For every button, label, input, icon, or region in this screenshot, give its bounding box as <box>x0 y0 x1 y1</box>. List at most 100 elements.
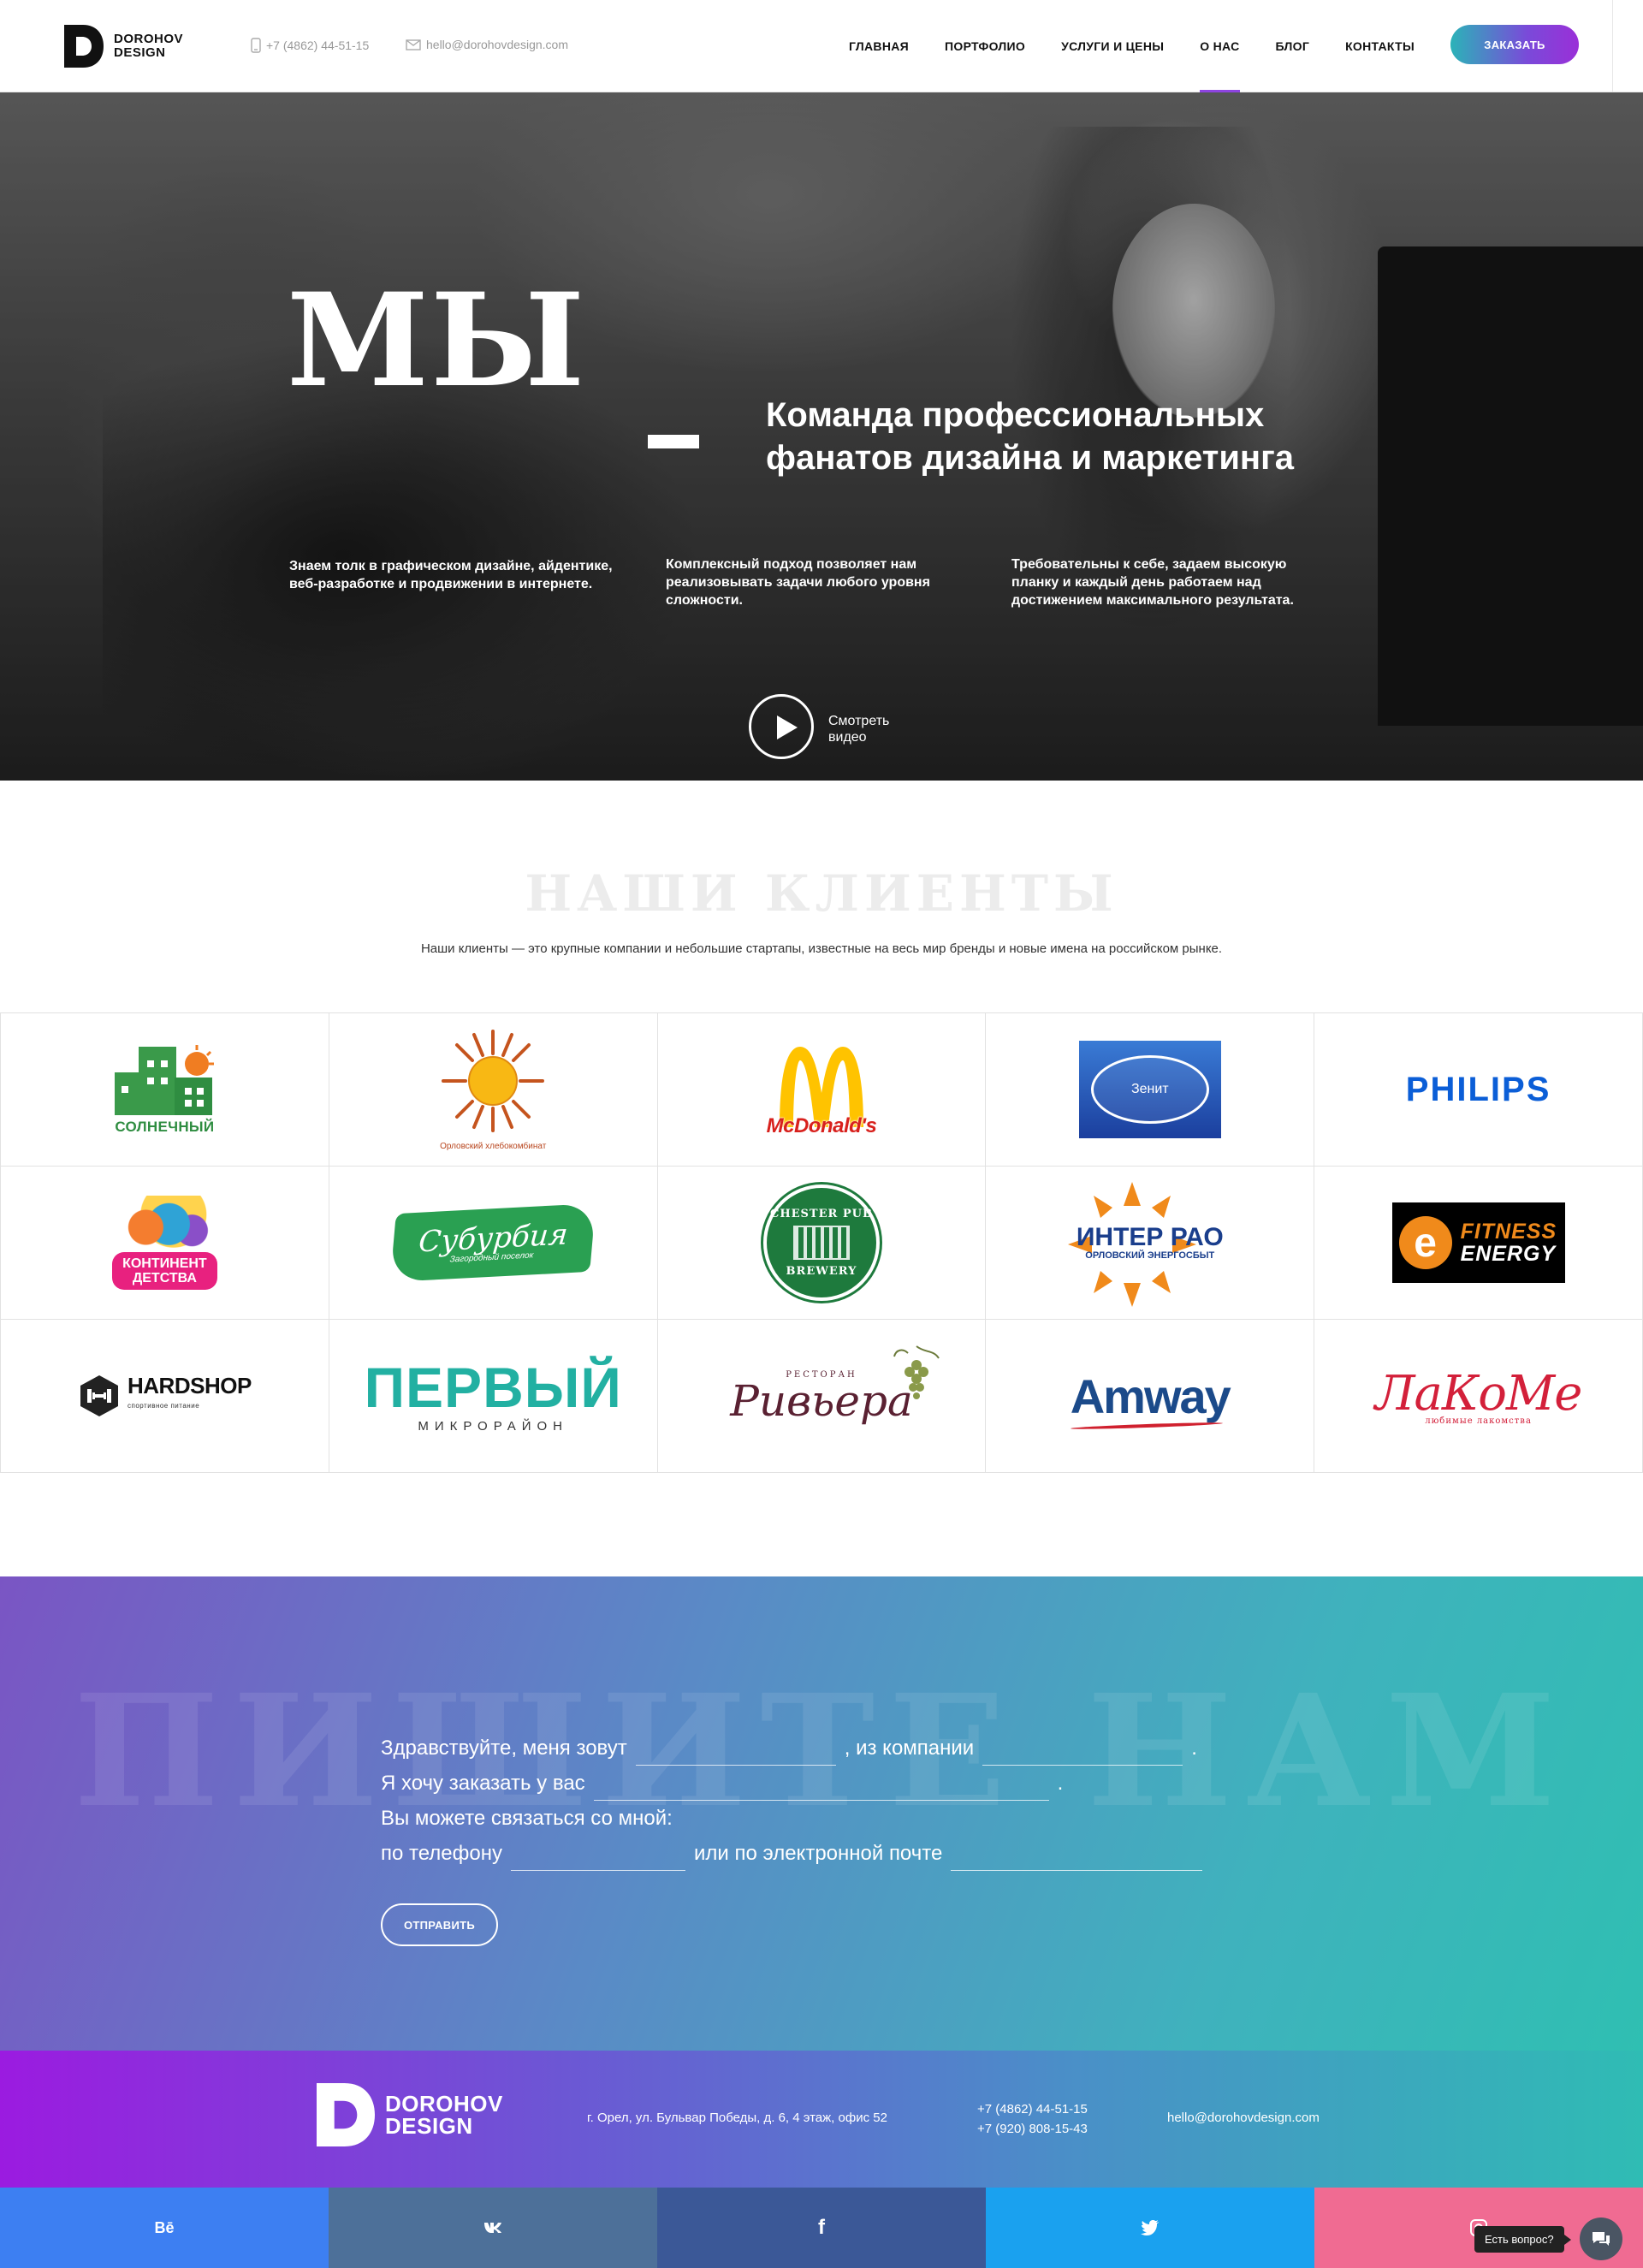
logo-line-1: DOROHOV <box>114 32 184 46</box>
social-vk[interactable] <box>329 2188 657 2268</box>
chat-icon <box>1592 2232 1610 2246</box>
footer-phone-1[interactable]: +7 (4862) 44-51-15 <box>977 2099 1088 2119</box>
footer-email[interactable]: hello@dorohovdesign.com <box>1167 2111 1320 2125</box>
twitter-icon <box>1141 2220 1159 2235</box>
vk-icon <box>484 2223 501 2233</box>
client-name: КОНТИНЕНТ ДЕТСТВА <box>112 1252 217 1290</box>
client-logo-philips: PHILIPS <box>1314 1013 1643 1167</box>
social-facebook[interactable]: f <box>657 2188 986 2268</box>
form-text-greeting: Здравствуйте, меня зовут <box>381 1737 627 1760</box>
client-logo-suburbia: Субурбия Загородный поселок <box>329 1167 658 1320</box>
form-text-dot-1: . <box>1191 1737 1197 1760</box>
sun-wheat-icon <box>442 1030 545 1132</box>
mail-icon <box>406 39 421 50</box>
client-logo-perviy: ПЕРВЫЙ МИКРОРАЙОН <box>329 1320 658 1473</box>
order-form: Здравствуйте, меня зовут , из компании .… <box>381 1731 1322 1871</box>
site-footer: DOROHOV DESIGN г. Орел, ул. Бульвар Побе… <box>0 2051 1643 2188</box>
form-text-dot-2: . <box>1057 1772 1064 1795</box>
behance-icon: Bē <box>154 2218 175 2236</box>
client-name: ЛаКоМе <box>1374 1366 1583 1422</box>
social-twitter[interactable] <box>986 2188 1314 2268</box>
hero-big-word: МЫ <box>287 265 587 416</box>
client-logo-riviera: РЕСТОРАН Ривьера <box>657 1320 987 1473</box>
client-name: Орловский хлебокомбинат <box>440 1142 547 1151</box>
site-header: DOROHOV DESIGN +7 (4862) 44-51-15 hello@… <box>0 0 1643 93</box>
nav-item-about[interactable]: О НАС <box>1200 0 1240 93</box>
clients-grid: СОЛНЕЧНЫЙ Орловский хлебокомбинат McDona… <box>0 1012 1643 1473</box>
form-line-order: Я хочу заказать у вас . <box>381 1766 1322 1801</box>
play-video-button[interactable] <box>749 694 814 759</box>
clients-title: НАШИ КЛИЕНТЫ <box>525 864 1118 923</box>
hero-text-3: Требовательны к себе, задаем высокую пла… <box>1011 557 1294 608</box>
client-name: ИНТЕР РАО <box>1076 1223 1224 1251</box>
client-tagline: BREWERY <box>786 1265 857 1278</box>
nav-item-blog[interactable]: БЛОГ <box>1276 0 1310 92</box>
client-logo-chester-pub: CHESTER PUB BREWERY <box>657 1167 987 1320</box>
order-button[interactable]: ЗАКАЗАТЬ <box>1450 25 1579 64</box>
client-logo-orel-bread: Орловский хлебокомбинат <box>329 1013 658 1167</box>
client-name: Зенит <box>1090 1055 1209 1124</box>
client-logo-interrao: ИНТЕР РАО ОРЛОВСКИЙ ЭНЕРГОСБЫТ <box>986 1167 1315 1320</box>
chat-button[interactable] <box>1579 2218 1622 2260</box>
play-video-label[interactable]: Смотреть видео <box>828 713 905 745</box>
client-logo-amway: Amway <box>986 1320 1315 1473</box>
client-logo-continent: КОНТИНЕНТ ДЕТСТВА <box>1 1167 329 1320</box>
nav-item-services[interactable]: УСЛУГИ И ЦЕНЫ <box>1061 0 1164 92</box>
client-name: HARDSHOP <box>128 1373 252 1398</box>
logo-wordmark: DOROHOV DESIGN <box>114 33 183 60</box>
client-logo-zenit: Зенит <box>986 1013 1315 1167</box>
chat-widget[interactable]: Есть вопрос? <box>1474 2218 1622 2260</box>
form-text-phone: по телефону <box>381 1842 502 1865</box>
building-sun-icon <box>115 1045 215 1115</box>
nav-item-portfolio[interactable]: ПОРТФОЛИО <box>945 0 1025 92</box>
hero-dash <box>648 435 699 448</box>
header-email[interactable]: hello@dorohovdesign.com <box>406 38 568 51</box>
form-line-phone-email: по телефону или по электронной почте <box>381 1836 1322 1871</box>
footer-phone-2[interactable]: +7 (920) 808-15-43 <box>977 2119 1088 2139</box>
client-tagline: ОРЛОВСКИЙ ЭНЕРГОСБЫТ <box>1085 1250 1215 1261</box>
client-tagline: МИКРОРАЙОН <box>418 1418 569 1434</box>
phone-field[interactable] <box>510 1845 685 1871</box>
grapes-icon <box>893 1345 940 1399</box>
form-line-name: Здравствуйте, меня зовут , из компании . <box>381 1731 1322 1766</box>
facebook-icon: f <box>818 2216 825 2239</box>
client-name: СОЛНЕЧНЫЙ <box>115 1119 215 1135</box>
logo-d-icon <box>317 2083 375 2146</box>
client-logo-hardshop: HARDSHOP спортивное питание <box>1 1320 329 1473</box>
header-email-text: hello@dorohovdesign.com <box>426 38 568 51</box>
form-text-email: или по электронной почте <box>693 1842 943 1865</box>
chat-label[interactable]: Есть вопрос? <box>1474 2225 1571 2253</box>
footer-logo-line-1: DOROHOV <box>385 2091 503 2117</box>
footer-logo[interactable]: DOROHOV DESIGN <box>317 2083 503 2146</box>
phone-icon <box>251 38 261 53</box>
header-phone-text: +7 (4862) 44-51-15 <box>266 39 370 52</box>
nav-item-home[interactable]: ГЛАВНАЯ <box>849 0 909 92</box>
contact-section: ПИШИТЕ НАМ Здравствуйте, меня зовут , из… <box>0 1576 1643 2051</box>
hero-text-2: Комплексный подход позволяет нам реализо… <box>666 557 930 608</box>
send-button[interactable]: ОТПРАВИТЬ <box>381 1903 498 1946</box>
client-name: Субурбия <box>417 1217 570 1260</box>
site-logo[interactable]: DOROHOV DESIGN <box>64 25 183 68</box>
order-field[interactable] <box>593 1775 1049 1801</box>
kids-characters-icon <box>118 1196 211 1259</box>
social-bar: Bē f <box>0 2188 1643 2268</box>
footer-logo-line-2: DESIGN <box>385 2113 473 2139</box>
footer-phones: +7 (4862) 44-51-15 +7 (920) 808-15-43 <box>977 2099 1088 2139</box>
hero-text-1: Знаем толк в графическом дизайне, айдент… <box>289 559 613 591</box>
main-nav: ГЛАВНАЯ ПОРТФОЛИО УСЛУГИ И ЦЕНЫ О НАС БЛ… <box>849 0 1450 93</box>
clients-subtitle: Наши клиенты — это крупные компании и не… <box>420 941 1223 956</box>
social-behance[interactable]: Bē <box>0 2188 329 2268</box>
company-field[interactable] <box>982 1740 1183 1766</box>
client-logo-lakome: ЛаКоМе любимые лакомства <box>1314 1320 1643 1473</box>
client-name: FITNESS <box>1460 1220 1557 1244</box>
header-phone[interactable]: +7 (4862) 44-51-15 <box>251 38 369 53</box>
logo-d-icon <box>64 25 104 68</box>
client-name: PHILIPS <box>1405 1070 1551 1108</box>
email-field[interactable] <box>951 1845 1203 1871</box>
name-field[interactable] <box>635 1740 836 1766</box>
logo-line-2: DESIGN <box>114 45 166 60</box>
client-name: McDonald's <box>766 1113 877 1137</box>
nav-item-contacts[interactable]: КОНТАКТЫ <box>1345 0 1415 92</box>
hero-section: МЫ Команда профессиональных фанатов диза… <box>0 92 1643 781</box>
client-logo-mcdonalds: McDonald's <box>657 1013 987 1167</box>
